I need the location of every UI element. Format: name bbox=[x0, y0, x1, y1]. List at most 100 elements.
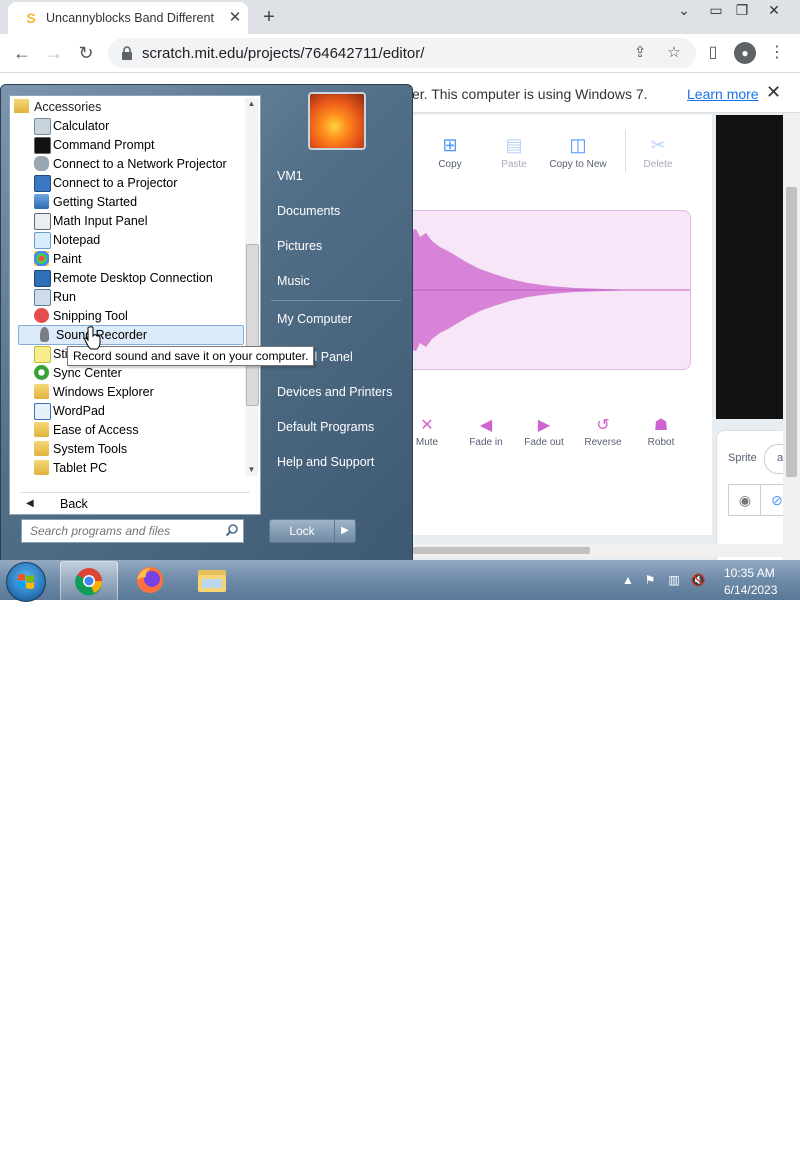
back-label: Back bbox=[60, 497, 88, 511]
infobar-close-icon[interactable]: ✕ bbox=[766, 82, 781, 103]
tab-close-icon[interactable]: ✕ bbox=[226, 9, 244, 27]
page-vertical-scrollbar[interactable] bbox=[783, 113, 800, 560]
tab-search-chevron-icon[interactable]: ⌄ bbox=[670, 0, 698, 30]
page-hscroll-thumb[interactable] bbox=[410, 547, 590, 554]
remote-desktop-icon bbox=[34, 270, 51, 287]
start-item-pictures[interactable]: Pictures bbox=[277, 239, 322, 253]
menu-dots-icon[interactable]: ⋮ bbox=[766, 42, 788, 64]
bookmark-star-icon[interactable]: ☆ bbox=[664, 43, 684, 63]
program-projector[interactable]: Connect to a Projector bbox=[16, 174, 242, 192]
reload-icon[interactable]: ↻ bbox=[74, 41, 98, 65]
fade-in-label: Fade in bbox=[469, 437, 503, 448]
program-math-input[interactable]: Math Input Panel bbox=[16, 212, 242, 230]
start-item-help-support[interactable]: Help and Support bbox=[277, 455, 374, 469]
show-hidden-icons-arrow-icon[interactable]: ▲ bbox=[620, 572, 636, 588]
fade-out-effect-button[interactable]: ▶ Fade out bbox=[513, 415, 575, 448]
show-desktop-button[interactable] bbox=[786, 1120, 800, 1160]
fade-in-effect-button[interactable]: ◀ Fade in bbox=[455, 415, 517, 448]
program-run[interactable]: Run bbox=[16, 288, 242, 306]
copy-to-new-label: Copy to New bbox=[549, 159, 607, 170]
reverse-effect-button[interactable]: ↺ Reverse bbox=[572, 415, 634, 448]
browser-toolbar: ← → ↻ scratch.mit.edu/projects/764642711… bbox=[0, 34, 800, 73]
back-button[interactable]: ◀ Back bbox=[20, 492, 250, 513]
taskbar-chrome-button[interactable] bbox=[60, 561, 118, 601]
back-arrow-icon[interactable]: ← bbox=[10, 41, 34, 65]
page-horizontal-scrollbar[interactable] bbox=[410, 544, 783, 557]
search-input[interactable] bbox=[28, 523, 220, 539]
copy-icon: ⊞ bbox=[442, 135, 458, 155]
user-picture-flower[interactable] bbox=[308, 92, 366, 150]
learn-more-link[interactable]: Learn more bbox=[687, 86, 759, 102]
page-scroll-thumb[interactable] bbox=[786, 187, 797, 477]
program-command-prompt[interactable]: Command Prompt bbox=[16, 136, 242, 154]
program-label: Notepad bbox=[53, 233, 101, 247]
volume-muted-icon[interactable]: 🔇 bbox=[690, 572, 706, 588]
monitor-icon bbox=[34, 175, 51, 192]
copy-button[interactable]: ⊞ Copy bbox=[420, 135, 480, 170]
program-wordpad[interactable]: WordPad bbox=[16, 402, 242, 420]
program-sound-recorder[interactable]: Sound Recorder bbox=[18, 325, 244, 345]
infobar-text: er. This computer is using Windows 7. bbox=[412, 86, 648, 102]
show-eye-icon[interactable]: ◉ bbox=[728, 484, 762, 516]
programs-scrollbar[interactable]: ▲ ▼ bbox=[245, 98, 259, 476]
start-item-my-computer[interactable]: My Computer bbox=[277, 312, 352, 326]
programs-scroll-thumb[interactable] bbox=[246, 244, 259, 406]
program-windows-explorer[interactable]: Windows Explorer bbox=[16, 383, 242, 401]
program-label: Snipping Tool bbox=[53, 309, 128, 323]
programs-list: Accessories Calculator Command Prompt Co… bbox=[9, 95, 261, 515]
restore-button[interactable]: ❐ bbox=[728, 0, 756, 30]
program-label: Getting Started bbox=[53, 195, 138, 209]
paste-button[interactable]: ▤ Paste bbox=[484, 135, 544, 170]
window-close-button[interactable]: ✕ bbox=[760, 0, 788, 30]
sound-recorder-tooltip: Record sound and save it on your compute… bbox=[67, 346, 315, 366]
program-sync-center[interactable]: Sync Center bbox=[16, 364, 242, 382]
address-bar[interactable]: scratch.mit.edu/projects/764642711/edito… bbox=[108, 38, 696, 68]
shutdown-options-arrow-icon[interactable]: ▶ bbox=[334, 519, 356, 543]
browser-tab[interactable]: S Uncannyblocks Band Different (1 ✕ bbox=[8, 2, 248, 34]
network-icon[interactable]: ▥ bbox=[666, 572, 682, 588]
minimize-button[interactable]: ▭ bbox=[702, 0, 730, 30]
program-network-projector[interactable]: Connect to a Network Projector bbox=[16, 155, 242, 173]
clock-time[interactable]: 10:35 AM bbox=[724, 566, 775, 580]
start-item-devices-printers[interactable]: Devices and Printers bbox=[277, 385, 392, 399]
program-remote-desktop[interactable]: Remote Desktop Connection bbox=[16, 269, 242, 287]
robot-effect-button[interactable]: ☗ Robot bbox=[630, 415, 692, 448]
start-item-user[interactable]: VM1 bbox=[277, 169, 303, 183]
action-center-flag-icon[interactable]: ⚑ bbox=[642, 572, 658, 588]
copy-to-new-icon: ◫ bbox=[569, 135, 587, 155]
fade-out-icon: ▶ bbox=[537, 417, 551, 434]
program-label: Connect to a Projector bbox=[53, 176, 178, 190]
program-snipping-tool[interactable]: Snipping Tool bbox=[16, 307, 242, 325]
reverse-icon: ↺ bbox=[596, 417, 610, 434]
taskbar-firefox-button[interactable] bbox=[122, 561, 178, 599]
waveform-graphic bbox=[410, 229, 690, 351]
scroll-down-arrow-icon[interactable]: ▼ bbox=[245, 464, 258, 476]
sticky-notes-icon bbox=[34, 346, 51, 363]
delete-button[interactable]: ✂ Delete bbox=[628, 135, 688, 170]
program-notepad[interactable]: Notepad bbox=[16, 231, 242, 249]
start-orb-windows-icon[interactable] bbox=[6, 562, 46, 602]
program-label: Run bbox=[53, 290, 76, 304]
start-item-documents[interactable]: Documents bbox=[277, 204, 340, 218]
forward-arrow-icon[interactable]: → bbox=[42, 41, 66, 65]
profile-avatar-icon[interactable]: ● bbox=[734, 42, 756, 64]
share-icon[interactable]: ⇪ bbox=[630, 43, 650, 63]
sound-waveform[interactable] bbox=[410, 210, 691, 370]
program-calculator[interactable]: Calculator bbox=[16, 117, 242, 135]
lock-button[interactable]: Lock bbox=[269, 519, 335, 543]
folder-system-tools[interactable]: System Tools bbox=[16, 440, 242, 458]
program-getting-started[interactable]: Getting Started bbox=[16, 193, 242, 211]
start-item-default-programs[interactable]: Default Programs bbox=[277, 420, 374, 434]
folder-tablet-pc[interactable]: Tablet PC bbox=[16, 459, 242, 477]
copy-to-new-button[interactable]: ◫ Copy to New bbox=[548, 135, 608, 170]
new-tab-button[interactable]: + bbox=[258, 6, 280, 28]
start-item-music[interactable]: Music bbox=[277, 274, 310, 288]
search-programs-field[interactable] bbox=[21, 519, 244, 543]
program-paint[interactable]: Paint bbox=[16, 250, 242, 268]
folder-ease-of-access[interactable]: Ease of Access bbox=[16, 421, 242, 439]
clock-date[interactable]: 6/14/2023 bbox=[724, 583, 777, 597]
scroll-up-arrow-icon[interactable]: ▲ bbox=[245, 98, 258, 110]
taskbar-explorer-button[interactable] bbox=[184, 561, 240, 599]
projector-icon bbox=[34, 156, 49, 171]
side-panel-icon[interactable]: ▯ bbox=[702, 42, 724, 64]
